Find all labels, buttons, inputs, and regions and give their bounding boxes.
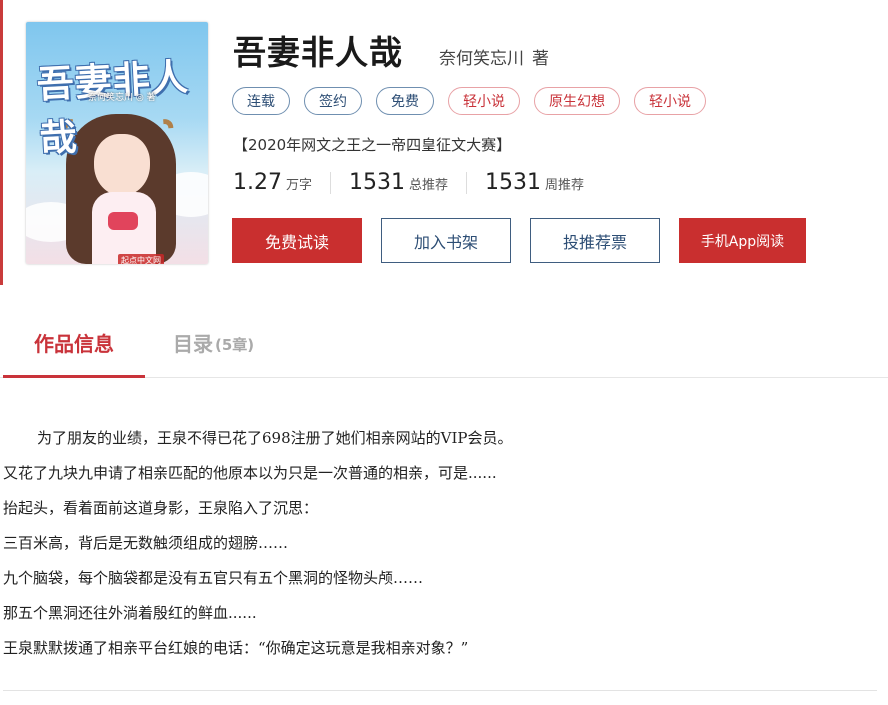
description-paragraph: 又花了九块九申请了相亲匹配的他原本以为只是一次普通的相亲，可是...... [3,464,497,482]
tab-catalog[interactable]: 目录 (5章) [173,328,254,378]
tab-catalog-count: (5章) [215,336,255,354]
tab-book-info-label: 作品信息 [34,332,114,356]
tab-book-info[interactable]: 作品信息 [3,328,145,378]
tag-free[interactable]: 免费 [376,87,434,115]
cover-author: 奈何笑忘川 ◎ 著 [88,93,156,103]
author-suffix: 著 [532,49,549,69]
vote-recommend-button[interactable]: 投推荐票 [530,218,660,263]
weekly-recommend-unit: 周推荐 [545,178,585,193]
book-stats: 1.27 万字 1531 总推荐 1531 周推荐 [233,170,584,195]
book-title: 吾妻非人哉 [233,33,403,72]
description-paragraph: 九个脑袋，每个脑袋都是没有五官只有五个黑洞的怪物头颅…… [3,569,424,587]
description-paragraph: 抬起头，看着面前这道身影，王泉陷入了沉思： [3,499,319,517]
cover-illustration-bow [108,212,138,230]
action-buttons: 免费试读 加入书架 投推荐票 手机App阅读 [232,218,806,263]
description-paragraph: 三百米高，背后是无数触须组成的翅膀…… [3,534,289,552]
book-cover[interactable]: 吾妻非人哉 奈何笑忘川 ◎ 著 起点中文网 [26,22,208,264]
tag-status[interactable]: 连载 [232,87,290,115]
app-read-button[interactable]: 手机App阅读 [679,218,806,263]
author-link[interactable]: 奈何笑忘川 [439,44,524,69]
tag-category[interactable]: 轻小说 [448,87,520,115]
cover-title: 吾妻非人哉 [35,55,190,161]
title-row: 吾妻非人哉 奈何笑忘川 著 [233,26,549,74]
description-paragraph: 王泉默默拨通了相亲平台红娘的电话：“你确定这玩意是我相亲对象？” [3,639,469,657]
description-paragraph: 为了朋友的业绩，王泉不得已花了698注册了她们相亲网站的VIP会员。 [37,429,513,447]
free-trial-button[interactable]: 免费试读 [232,218,362,263]
tab-catalog-label: 目录 [173,332,213,356]
section-divider [3,690,877,691]
word-count-value: 1.27 [233,170,282,195]
left-edge-bar [0,0,3,285]
total-recommend-unit: 总推荐 [409,178,449,193]
tag-signed[interactable]: 签约 [304,87,362,115]
tag-list: 连载 签约 免费 轻小说 原生幻想 轻小说 [232,87,706,115]
word-count-unit: 万字 [285,178,312,193]
stat-divider [330,171,331,194]
add-to-shelf-button[interactable]: 加入书架 [381,218,511,263]
contest-label[interactable]: 【2020年网文之王之一帝四皇征文大赛】 [233,134,511,155]
content-tabs: 作品信息 目录 (5章) [0,328,888,378]
stat-divider [466,171,468,194]
total-recommend-value: 1531 [349,170,405,195]
book-description: 为了朋友的业绩，王泉不得已花了698注册了她们相亲网站的VIP会员。 又花了九块… [3,426,883,671]
tag-genre[interactable]: 轻小说 [634,87,706,115]
weekly-recommend-value: 1531 [485,170,542,195]
cover-publisher-logo: 起点中文网 [118,254,164,264]
tag-subcategory[interactable]: 原生幻想 [534,87,620,115]
description-paragraph: 那五个黑洞还往外淌着殷红的鲜血...... [3,604,257,622]
